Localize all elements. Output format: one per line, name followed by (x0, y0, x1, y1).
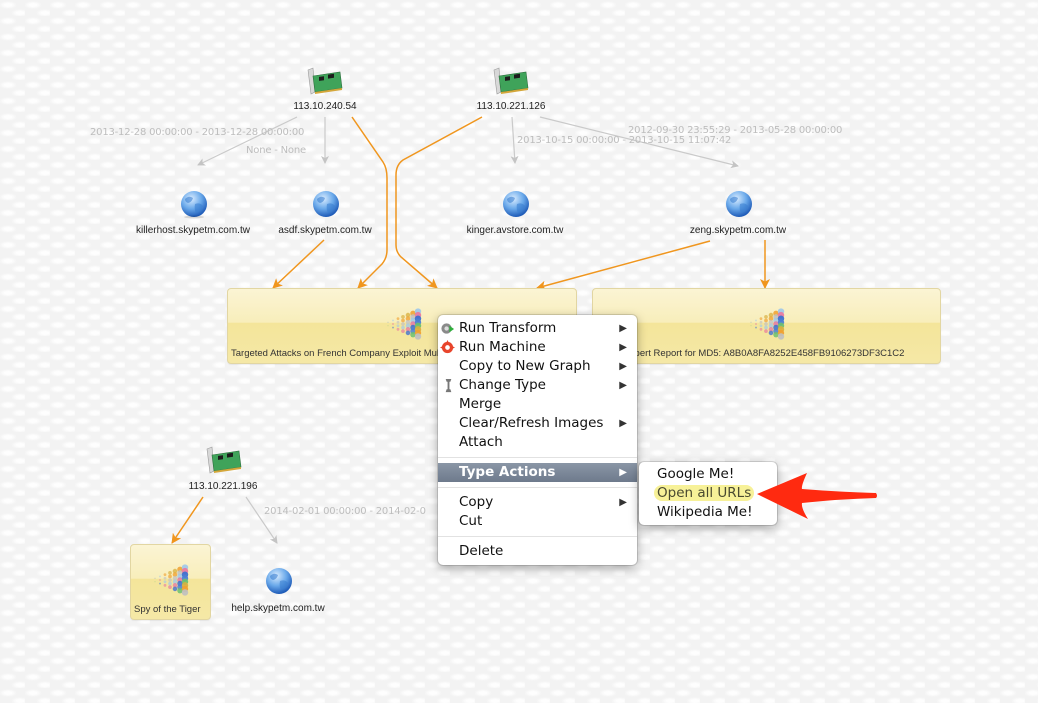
network-card-icon (307, 67, 343, 95)
menu-item-label: Copy (459, 494, 494, 510)
network-card-icon (493, 67, 529, 95)
document-node-label: Spy of the Tiger (134, 604, 201, 615)
threat-report-icon (154, 564, 189, 596)
document-node[interactable]: ThreatExpert Report for MD5: A8B0A8FA825… (592, 288, 941, 364)
menu-item-label: Type Actions (459, 464, 556, 480)
submenu-arrow-icon: ▶ (619, 467, 627, 478)
menu-item-label: Run Transform (459, 320, 557, 336)
submenu-arrow-icon: ▶ (619, 342, 627, 353)
menu-item-type-actions[interactable]: Type Actions ▶ (438, 463, 637, 482)
globe-icon (181, 191, 207, 219)
submenu-arrow-icon: ▶ (619, 361, 627, 372)
domain-node-label: kinger.avstore.com.tw (466, 225, 564, 236)
edge-ip2-kinger[interactable] (510, 116, 519, 164)
ip-node-label: 113.10.240.54 (293, 101, 357, 112)
document-node[interactable]: Spy of the Tiger (130, 544, 211, 620)
domain-node-label: killerhost.skypetm.com.tw (136, 225, 250, 236)
submenu-arrow-icon: ▶ (619, 380, 627, 391)
ip-node-label: 113.10.221.196 (188, 481, 258, 492)
domain-node-label: zeng.skypetm.com.tw (689, 225, 787, 236)
menu-item-label: Attach (459, 434, 503, 450)
domain-node-label: asdf.skypetm.com.tw (278, 225, 372, 236)
edge-ip3-doc3[interactable] (171, 496, 204, 544)
menu-separator (438, 457, 637, 458)
menu-item-attach[interactable]: Attach (438, 433, 637, 452)
submenu-item-label: Google Me! (657, 466, 735, 482)
edge-ip2-doc1[interactable] (395, 116, 483, 289)
machine-gear-icon (440, 340, 455, 354)
context-menu: Run Transform ▶ Run Machine ▶ Copy to Ne… (438, 315, 637, 565)
edge-asdf-doc1[interactable] (272, 239, 325, 289)
menu-item-label: Change Type (459, 377, 546, 393)
submenu-item-label: Open all URLs (654, 485, 755, 501)
edge-ip3-help[interactable] (245, 496, 278, 544)
network-card-icon (206, 446, 242, 474)
annotation-arrow-icon (757, 473, 877, 519)
menu-item-label: Run Machine (459, 339, 546, 355)
edge-label: 2012-09-30 23:55:29 - 2013-05-28 00:00:0… (628, 125, 843, 136)
menu-item-merge[interactable]: Merge (438, 395, 637, 414)
menu-item-run-machine[interactable]: Run Machine ▶ (438, 338, 637, 357)
submenu-arrow-icon: ▶ (619, 497, 627, 508)
gear-transform-icon (441, 323, 455, 334)
domain-node-label: help.skypetm.com.tw (231, 603, 325, 614)
threat-report-icon (387, 308, 422, 340)
threat-report-icon (750, 308, 785, 340)
menu-item-clear-refresh-images[interactable]: Clear/Refresh Images ▶ (438, 414, 637, 433)
edge-ip1-killerhost[interactable] (197, 116, 298, 166)
menu-separator (438, 536, 637, 537)
globe-icon (726, 191, 752, 217)
globe-icon (313, 191, 339, 217)
menu-separator (438, 487, 637, 488)
menu-item-label: Copy to New Graph (459, 358, 591, 374)
menu-item-delete[interactable]: Delete (438, 542, 637, 561)
menu-item-run-transform[interactable]: Run Transform ▶ (438, 319, 637, 338)
menu-item-label: Clear/Refresh Images (459, 415, 604, 431)
ip-node-label: 113.10.221.126 (476, 101, 546, 112)
menu-item-cut[interactable]: Cut (438, 512, 637, 531)
edge-label: 2013-12-28 00:00:00 - 2013-12-28 00:00:0… (90, 127, 305, 138)
submenu-arrow-icon: ▶ (619, 418, 627, 429)
menu-item-copy[interactable]: Copy ▶ (438, 493, 637, 512)
bone-icon (445, 378, 452, 393)
menu-item-label: Merge (459, 396, 502, 412)
globe-icon (503, 191, 529, 217)
globe-icon (266, 568, 292, 594)
document-node-label: ThreatExpert Report for MD5: A8B0A8FA825… (596, 348, 905, 359)
edge-label: 2013-10-15 00:00:00 - 2013-10-15 11:07:4… (517, 135, 732, 146)
edge-zeng-doc1[interactable] (536, 240, 711, 291)
submenu-item-label: Wikipedia Me! (657, 504, 753, 520)
edge-label: 2014-02-01 00:00:00 - 2014-02-0 (264, 506, 426, 517)
menu-item-change-type[interactable]: Change Type ▶ (438, 376, 637, 395)
menu-item-label: Delete (459, 543, 504, 559)
menu-item-copy-to-new-graph[interactable]: Copy to New Graph ▶ (438, 357, 637, 376)
edge-label: None - None (246, 145, 306, 156)
submenu-arrow-icon: ▶ (619, 323, 627, 334)
menu-item-label: Cut (459, 513, 483, 529)
edge-ip1-doc1[interactable] (351, 116, 388, 289)
